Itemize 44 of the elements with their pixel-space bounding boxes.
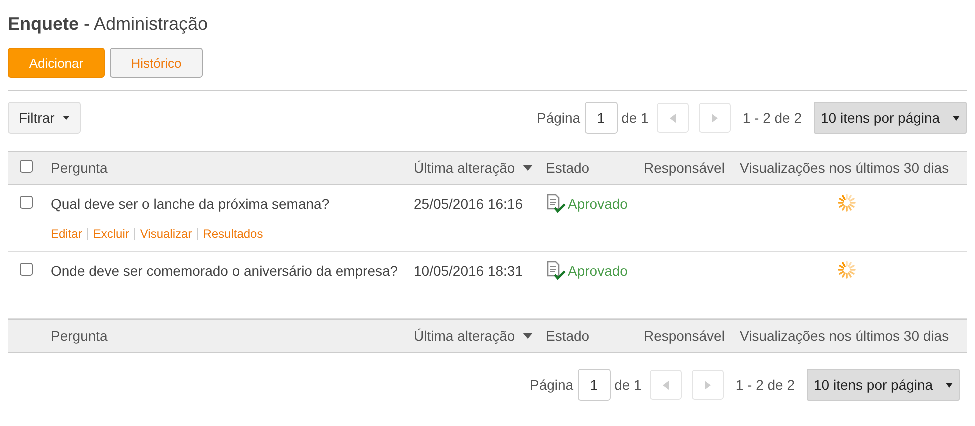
status-text: Aprovado bbox=[568, 196, 628, 212]
approved-document-icon bbox=[546, 194, 568, 214]
page-count: de 1 bbox=[622, 110, 649, 126]
modified-date: 25/05/2016 16:16 bbox=[414, 196, 523, 212]
modified-date: 10/05/2016 18:31 bbox=[414, 263, 523, 279]
loading-spinner-icon bbox=[836, 193, 856, 213]
status-text: Aprovado bbox=[568, 263, 628, 279]
column-header[interactable]: Visualizações nos últimos 30 dias bbox=[740, 160, 967, 176]
page-title: Enquete - Administração bbox=[8, 13, 210, 36]
column-header[interactable]: Estado bbox=[546, 160, 644, 176]
approved-document-icon bbox=[546, 261, 568, 281]
left-arrow-icon bbox=[670, 114, 676, 122]
page-input[interactable]: 1 bbox=[578, 369, 611, 401]
left-arrow-icon bbox=[662, 380, 669, 390]
sort-descending-icon bbox=[523, 333, 534, 339]
column-header[interactable]: Última alteração bbox=[414, 328, 546, 344]
right-arrow-icon bbox=[712, 114, 718, 122]
caret-icon bbox=[62, 116, 70, 120]
row-checkbox[interactable] bbox=[20, 263, 33, 276]
filter-button[interactable]: Filtrar bbox=[8, 102, 81, 134]
sort-descending-icon bbox=[523, 165, 534, 171]
item-range: 1 - 2 de 2 bbox=[742, 110, 802, 126]
column-header[interactable]: Pergunta bbox=[51, 160, 414, 176]
page-input[interactable]: 1 bbox=[584, 102, 618, 134]
page-label: Página bbox=[537, 110, 581, 126]
caret-icon bbox=[953, 116, 960, 120]
column-header[interactable]: Responsável bbox=[644, 160, 740, 176]
loading-spinner-icon bbox=[836, 260, 856, 280]
question-text: Qual deve ser o lanche da próxima semana? bbox=[51, 196, 330, 212]
column-header[interactable]: Responsável bbox=[644, 328, 740, 344]
item-range: 1 - 2 de 2 bbox=[736, 377, 795, 393]
column-header[interactable]: Última alteração bbox=[414, 160, 546, 176]
page-size-select[interactable]: 10 itens por página bbox=[814, 102, 967, 134]
right-arrow-icon bbox=[704, 380, 711, 390]
row-checkbox[interactable] bbox=[20, 196, 33, 209]
page-size-select[interactable]: 10 itens por página bbox=[807, 369, 960, 401]
page-count: de 1 bbox=[614, 377, 642, 393]
caret-icon bbox=[946, 382, 953, 388]
column-header[interactable]: Estado bbox=[546, 328, 644, 344]
column-header[interactable]: Pergunta bbox=[51, 328, 414, 344]
column-header[interactable]: Visualizações nos últimos 30 dias bbox=[740, 328, 967, 344]
select-all-checkbox[interactable] bbox=[20, 160, 33, 173]
page-label: Página bbox=[530, 377, 574, 393]
question-text: Onde deve ser comemorado o aniversário da empresa? bbox=[51, 263, 398, 279]
